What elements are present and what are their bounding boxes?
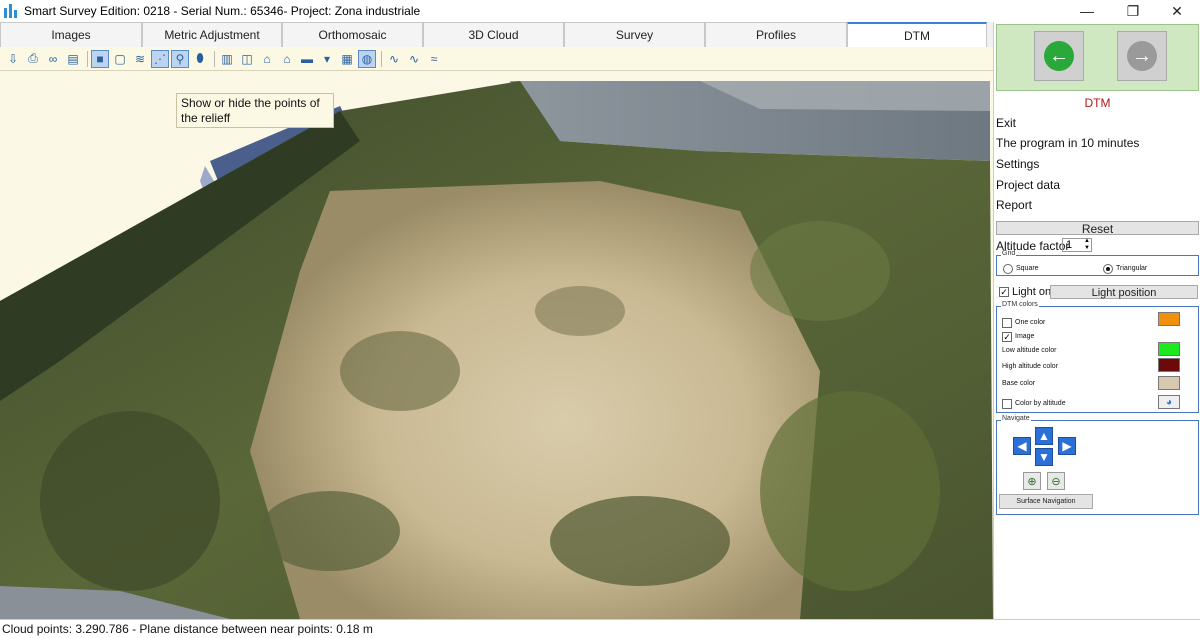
grid-group: Grid Square Triangular: [996, 250, 1199, 276]
import-icon[interactable]: ⇩: [4, 50, 22, 68]
minimize-button[interactable]: —: [1064, 0, 1110, 22]
status-bar: Cloud points: 3.290.786 - Plane distance…: [0, 619, 1200, 638]
nav-left-icon[interactable]: ◀: [1013, 437, 1031, 455]
relief-points-tooltip: Show or hide the points of the relieff: [176, 93, 334, 128]
surface-navigation-button[interactable]: Surface Navigation: [999, 494, 1093, 509]
texture-icon[interactable]: ▦: [338, 50, 356, 68]
close-button[interactable]: ✕: [1154, 0, 1200, 22]
reset-button[interactable]: Reset: [996, 221, 1199, 236]
tab-survey[interactable]: Survey: [564, 22, 705, 47]
grid-triangular-label: Triangular: [1116, 265, 1148, 272]
tab-dtm[interactable]: DTM: [847, 22, 987, 47]
home-icon[interactable]: ⌂: [258, 50, 276, 68]
back-button[interactable]: ←: [1034, 31, 1084, 81]
tab-profiles[interactable]: Profiles: [705, 22, 847, 47]
window-title: Smart Survey Edition: 0218 - Serial Num.…: [24, 4, 421, 18]
dtm-colors-group: DTM colors One color ✓ Image Low altitud…: [996, 301, 1199, 413]
app-logo-icon: [4, 4, 18, 18]
grid-triangular-radio[interactable]: [1103, 264, 1113, 274]
tab-images[interactable]: Images: [0, 22, 142, 47]
relief-points-icon[interactable]: ⋰: [151, 49, 169, 68]
solid-view-icon[interactable]: ■: [91, 49, 109, 68]
tab-metric-adjustment[interactable]: Metric Adjustment: [142, 22, 282, 47]
marker-icon[interactable]: ⬮: [191, 50, 209, 68]
light-on-checkbox[interactable]: ✓: [999, 287, 1009, 297]
step-navigation: ← →: [996, 24, 1199, 91]
low-altitude-color-swatch[interactable]: [1158, 342, 1180, 356]
zoom-out-icon[interactable]: ⊖: [1047, 472, 1065, 490]
nav-right-icon[interactable]: ▶: [1058, 437, 1076, 455]
toolbar-separator: [87, 50, 88, 67]
nav-up-icon[interactable]: ▲: [1035, 427, 1053, 445]
dtm-3d-viewport[interactable]: [0, 71, 993, 619]
menu-project-data[interactable]: Project data: [996, 178, 1060, 192]
altitude-spinner-icon[interactable]: ▲ ▼: [1082, 238, 1092, 252]
dropdown-view-icon[interactable]: ▾: [318, 50, 336, 68]
high-altitude-color-label: High altitude color: [1002, 363, 1059, 370]
toolbar-separator: [381, 50, 382, 67]
panel-split-icon[interactable]: ◫: [238, 50, 256, 68]
arrow-left-icon: ←: [1044, 41, 1074, 71]
restore-button[interactable]: ❐: [1110, 0, 1156, 22]
one-color-checkbox[interactable]: [1002, 318, 1012, 328]
navigate-group-label: Navigate: [1001, 415, 1031, 422]
export-dxf-icon[interactable]: ▤: [64, 50, 82, 68]
panel-title: DTM: [1084, 96, 1111, 110]
print-icon[interactable]: ⎙: [24, 50, 42, 68]
grid-group-label: Grid: [1001, 250, 1017, 257]
navigate-group: Navigate ▲ ◀ ▶ ▼ ⊕ ⊖ Surface Navigation: [996, 415, 1199, 515]
high-altitude-color-swatch[interactable]: [1158, 358, 1180, 372]
base-color-swatch[interactable]: [1158, 376, 1180, 390]
house-outline-icon[interactable]: ⌂: [278, 50, 296, 68]
module-tabs: Images Metric Adjustment Orthomosaic 3D …: [0, 22, 993, 47]
light-on-label: Light on: [1012, 286, 1052, 298]
color-palette-icon[interactable]: ◕: [1158, 395, 1180, 409]
zoom-in-icon[interactable]: ⊕: [1023, 472, 1041, 490]
menu-exit[interactable]: Exit: [996, 116, 1016, 130]
profile-line-3-icon[interactable]: ≈: [425, 50, 443, 68]
dtm-colors-group-label: DTM colors: [1001, 301, 1039, 308]
color-by-altitude-checkbox[interactable]: [1002, 399, 1012, 409]
base-color-label: Base color: [1002, 380, 1036, 387]
image-checkbox[interactable]: ✓: [1002, 332, 1012, 342]
contour-icon[interactable]: ≋: [131, 50, 149, 68]
toolbar: ⇩ ⎙ ∞ ▤ ■ ▢ ≋ ⋰ ⚲ ⬮ ▥ ◫ ⌂ ⌂ ▬ ▾ ▦ ◍ ∿ ∿ …: [0, 47, 993, 71]
light-position-button[interactable]: Light position: [1050, 285, 1198, 299]
profile-line-1-icon[interactable]: ∿: [385, 50, 403, 68]
globe-icon[interactable]: ◍: [358, 49, 376, 68]
menu-settings[interactable]: Settings: [996, 157, 1039, 171]
one-color-label: One color: [1015, 319, 1046, 326]
color-by-altitude-label: Color by altitude: [1015, 400, 1066, 407]
toolbar-separator: [214, 50, 215, 67]
nav-down-icon[interactable]: ▼: [1035, 448, 1053, 466]
zoom-lens-icon[interactable]: ⚲: [171, 49, 189, 68]
layers-icon[interactable]: ▬: [298, 50, 316, 68]
panel-left-icon[interactable]: ▥: [218, 50, 236, 68]
tab-orthomosaic[interactable]: Orthomosaic: [282, 22, 423, 47]
profile-line-2-icon[interactable]: ∿: [405, 50, 423, 68]
title-bar: Smart Survey Edition: 0218 - Serial Num.…: [0, 0, 1200, 22]
binoculars-icon[interactable]: ∞: [44, 50, 62, 68]
terrain-render: [0, 71, 993, 619]
grid-square-label: Square: [1016, 265, 1039, 272]
menu-program-10-minutes[interactable]: The program in 10 minutes: [996, 136, 1139, 150]
wireframe-view-icon[interactable]: ▢: [111, 50, 129, 68]
one-color-swatch[interactable]: [1158, 312, 1180, 326]
arrow-right-icon: →: [1127, 41, 1157, 71]
menu-report[interactable]: Report: [996, 198, 1032, 212]
low-altitude-color-label: Low altitude color: [1002, 347, 1057, 354]
image-label: Image: [1015, 333, 1035, 340]
dtm-side-panel: ← → DTM Exit The program in 10 minutes S…: [993, 22, 1200, 619]
tab-3d-cloud[interactable]: 3D Cloud: [423, 22, 564, 47]
forward-button[interactable]: →: [1117, 31, 1167, 81]
app-window: Smart Survey Edition: 0218 - Serial Num.…: [0, 0, 1200, 638]
grid-square-radio[interactable]: [1003, 264, 1013, 274]
